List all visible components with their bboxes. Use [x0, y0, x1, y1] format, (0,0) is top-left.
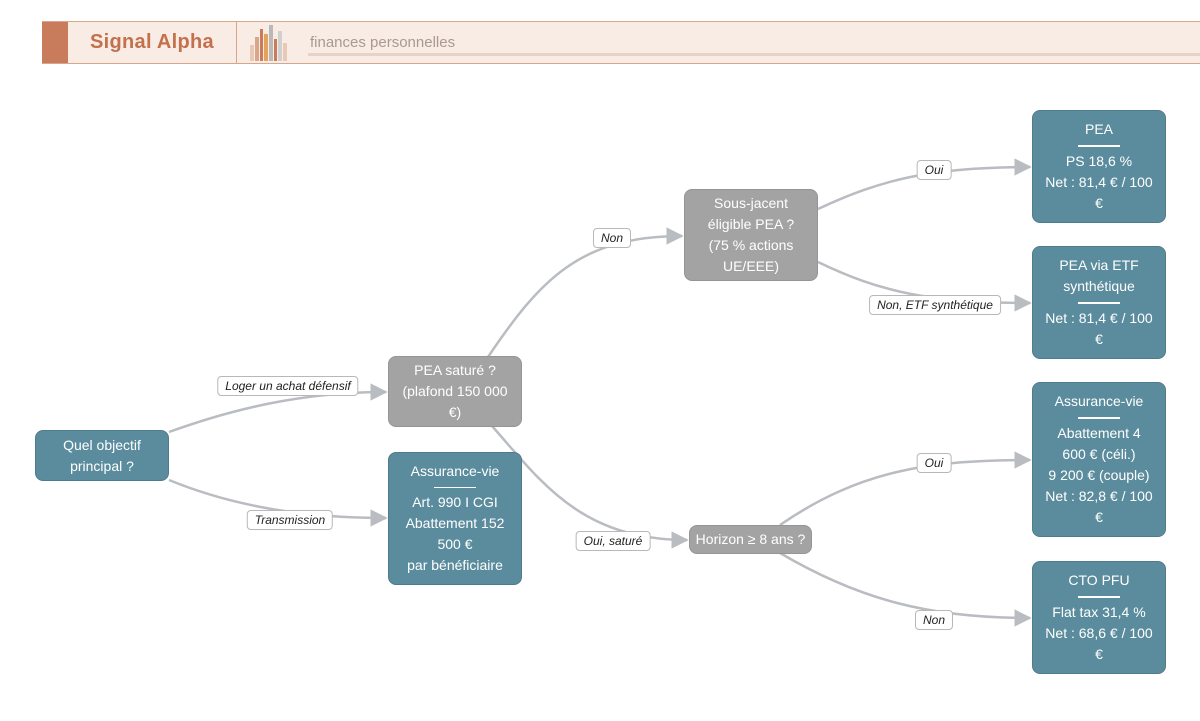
node-text-line: €	[1095, 645, 1103, 662]
node-text-line: Net : 82,8 € / 100	[1045, 487, 1153, 504]
node-result-pea-etf[interactable]: PEA via ETF synthétique Net : 81,4 € / 1…	[1032, 246, 1166, 359]
node-text-line: Net : 81,4 € / 100	[1045, 173, 1153, 190]
node-text-line: Horizon ≥ 8 ans ?	[695, 531, 806, 547]
node-title: synthétique	[1063, 278, 1135, 295]
node-text-line: Sous-jacent	[714, 195, 788, 211]
edge-objectif-to-pea-sature	[168, 383, 388, 434]
edge-pea-sature-to-sous-jacent	[486, 227, 684, 358]
node-text-line: PS 18,6 %	[1065, 152, 1133, 169]
node-text-line: Net : 68,6 € / 100	[1045, 624, 1153, 641]
node-assurance-vie-transmission[interactable]: Assurance-vie Art. 990 I CGI Abattement …	[388, 452, 522, 585]
node-separator	[1078, 596, 1120, 598]
node-result-assurance-vie[interactable]: Assurance-vie Abattement 4 600 € (céli.)…	[1032, 382, 1166, 537]
edge-label-oui-pea: Oui	[916, 160, 952, 180]
edge-label-non-etf: Non, ETF synthétique	[869, 295, 1001, 315]
node-separator	[1078, 302, 1120, 304]
node-text-line: (plafond 150 000	[402, 383, 508, 399]
node-title: PEA via ETF	[1059, 257, 1139, 274]
node-title: CTO PFU	[1068, 572, 1130, 589]
node-result-cto-pfu[interactable]: CTO PFU Flat tax 31,4 % Net : 68,6 € / 1…	[1032, 561, 1166, 674]
node-text-line: €	[1095, 194, 1103, 211]
edge-label-non-horizon: Non	[914, 610, 954, 630]
node-sous-jacent-eligible[interactable]: Sous-jacent éligible PEA ? (75 % actions…	[684, 189, 818, 281]
node-text-line: éligible PEA ?	[707, 216, 795, 232]
node-text-line: Flat tax 31,4 %	[1052, 603, 1146, 620]
node-text-line: 600 € (céli.)	[1062, 445, 1136, 462]
node-pea-sature[interactable]: PEA saturé ? (plafond 150 000 €)	[388, 356, 522, 427]
node-text-line: 9 200 € (couple)	[1048, 466, 1150, 483]
edge-label-transmission: Transmission	[246, 510, 334, 530]
node-separator	[433, 486, 476, 489]
node-text-line: Art. 990 I CGI	[412, 494, 498, 511]
node-separator	[1078, 145, 1120, 147]
node-text-line: PEA saturé ?	[414, 362, 496, 378]
node-horizon[interactable]: Horizon ≥ 8 ans ?	[689, 525, 812, 554]
node-separator	[1078, 417, 1120, 419]
node-text-line: par bénéficiaire	[407, 557, 503, 574]
edge-horizon-to-av	[779, 451, 1032, 527]
edge-label-defensif: Loger un achat défensif	[217, 376, 359, 396]
node-objectif-principal[interactable]: Quel objectif principal ?	[35, 430, 169, 481]
node-text-line: (75 % actions	[708, 237, 794, 253]
node-text-line: €	[1095, 508, 1103, 525]
edge-label-non-pea: Non	[592, 228, 632, 248]
node-text-line: principal ?	[70, 457, 134, 474]
node-text-line: UE/EEE)	[722, 258, 779, 274]
node-text-line: €)	[448, 404, 462, 420]
diagram-edges	[168, 158, 1032, 627]
node-text-line: Quel objectif	[63, 436, 141, 453]
node-text-line: €	[1095, 330, 1103, 347]
node-text-line: Abattement 4	[1057, 424, 1141, 441]
node-text-line: 500 €	[437, 536, 473, 553]
node-text-line: Net : 81,4 € / 100	[1045, 309, 1153, 326]
node-text-line: Abattement 152	[405, 515, 505, 532]
edge-label-oui-horizon: Oui	[916, 453, 952, 473]
node-title: PEA	[1084, 121, 1113, 138]
node-result-pea[interactable]: PEA PS 18,6 % Net : 81,4 € / 100 €	[1032, 110, 1166, 223]
edge-label-oui-sature: Oui, saturé	[575, 531, 651, 551]
edge-horizon-to-cto	[779, 551, 1032, 627]
node-title: Assurance-vie	[410, 462, 500, 479]
node-title: Assurance-vie	[1054, 393, 1144, 410]
